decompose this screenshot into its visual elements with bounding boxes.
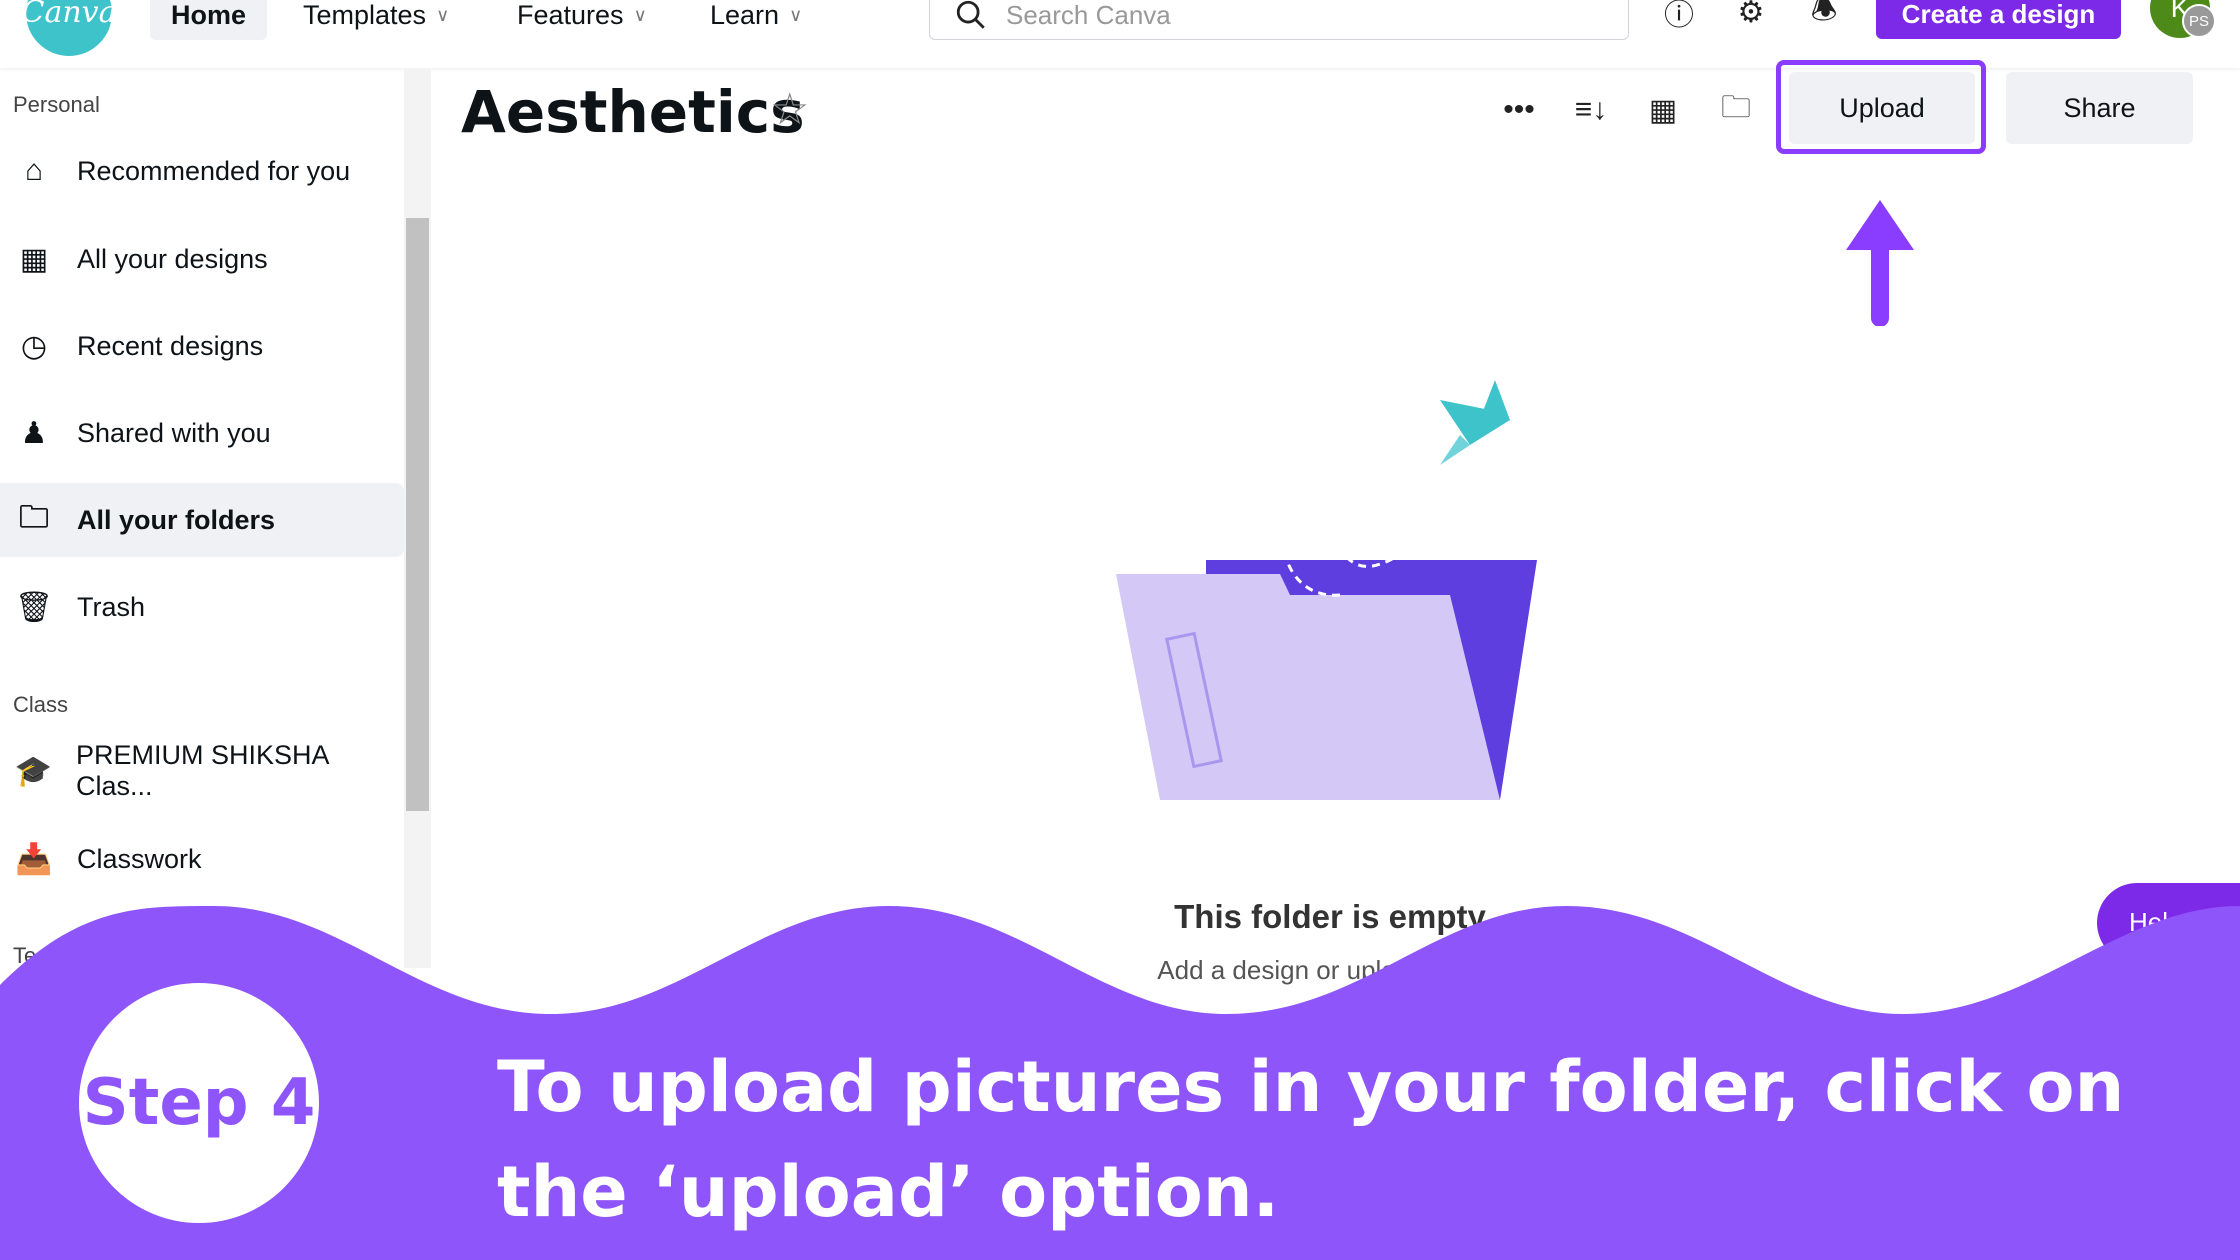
step-label: Step 4 (82, 1066, 316, 1140)
instruction-text: To upload pictures in your folder, click… (497, 1046, 2125, 1233)
step-badge: Step 4 (79, 983, 319, 1223)
